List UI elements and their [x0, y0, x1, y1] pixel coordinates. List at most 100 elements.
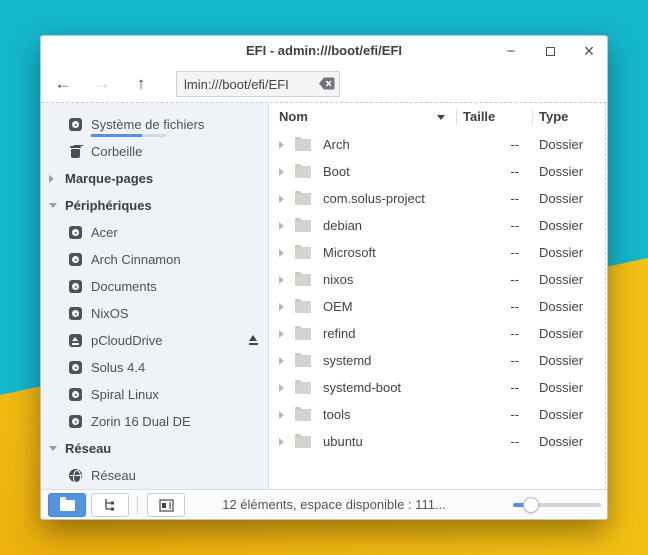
zoom-slider-handle[interactable]: [523, 497, 539, 513]
folder-icon: [295, 139, 311, 151]
file-row-arch[interactable]: Arch--Dossier: [269, 131, 605, 158]
file-name[interactable]: com.solus-project: [323, 185, 425, 212]
row-expander-icon[interactable]: [279, 357, 284, 365]
folder-icon: [295, 301, 311, 313]
file-name[interactable]: systemd: [323, 347, 371, 374]
sidebar-item-corbeille[interactable]: Corbeille: [41, 138, 268, 165]
folder-icon: [295, 409, 311, 421]
sidebar-item-zorin-16-dual-de[interactable]: Zorin 16 Dual DE: [41, 408, 268, 435]
sidebar-section-r-seau[interactable]: Réseau: [41, 435, 268, 462]
file-name[interactable]: Boot: [323, 158, 350, 185]
column-header-name[interactable]: Nom: [279, 103, 308, 131]
file-row-refind[interactable]: refind--Dossier: [269, 320, 605, 347]
minimize-button[interactable]: −: [503, 43, 519, 59]
file-row-tools[interactable]: tools--Dossier: [269, 401, 605, 428]
file-name[interactable]: OEM: [323, 293, 353, 320]
file-name[interactable]: Microsoft: [323, 239, 376, 266]
file-name[interactable]: systemd-boot: [323, 374, 401, 401]
location-input[interactable]: [176, 71, 340, 97]
file-name[interactable]: Arch: [323, 131, 350, 158]
drive-icon: [69, 415, 82, 428]
button-divider: [137, 495, 138, 515]
sidebar-item-acer[interactable]: Acer: [41, 219, 268, 246]
row-expander-icon[interactable]: [279, 249, 284, 257]
clear-location-icon[interactable]: [319, 77, 335, 90]
sidebar-item-r-seau[interactable]: Réseau: [41, 462, 268, 489]
sidebar-item-spiral-linux[interactable]: Spiral Linux: [41, 381, 268, 408]
up-button[interactable]: ↑: [129, 66, 153, 102]
file-size: --: [463, 374, 519, 401]
chevron-down-icon[interactable]: [49, 446, 65, 451]
file-row-oem[interactable]: OEM--Dossier: [269, 293, 605, 320]
row-expander-icon[interactable]: [279, 168, 284, 176]
file-size: --: [463, 320, 519, 347]
toggle-sidebar-icon: [159, 499, 174, 512]
file-row-com-solus-project[interactable]: com.solus-project--Dossier: [269, 185, 605, 212]
close-button[interactable]: ×: [581, 43, 597, 59]
drive-icon: [69, 361, 82, 374]
sidebar-section-marque-pages[interactable]: Marque-pages: [41, 165, 268, 192]
folder-icon: [295, 247, 311, 259]
folder-icon: [295, 193, 311, 205]
drive-icon: [69, 253, 82, 266]
column-header-type[interactable]: Type: [539, 103, 568, 131]
file-row-microsoft[interactable]: Microsoft--Dossier: [269, 239, 605, 266]
file-name[interactable]: debian: [323, 212, 362, 239]
sidebar-label: Réseau: [65, 441, 111, 456]
drive-icon: [69, 118, 82, 131]
column-separator[interactable]: [532, 109, 533, 125]
file-type: Dossier: [539, 185, 583, 212]
file-name[interactable]: refind: [323, 320, 356, 347]
file-row-boot[interactable]: Boot--Dossier: [269, 158, 605, 185]
sidebar-label: Marque-pages: [65, 171, 153, 186]
sidebar-item-syst-me-de-fichiers[interactable]: Système de fichiers: [41, 111, 268, 138]
removable-drive-icon: [69, 334, 82, 347]
row-expander-icon[interactable]: [279, 438, 284, 446]
row-expander-icon[interactable]: [279, 330, 284, 338]
sidebar-item-pclouddrive[interactable]: pCloudDrive: [41, 327, 268, 354]
statusbar: 12 éléments, espace disponible : 111...: [41, 489, 607, 519]
file-row-ubuntu[interactable]: ubuntu--Dossier: [269, 428, 605, 455]
file-row-systemd-boot[interactable]: systemd-boot--Dossier: [269, 374, 605, 401]
back-button[interactable]: ←: [51, 66, 75, 102]
row-expander-icon[interactable]: [279, 384, 284, 392]
column-header-size[interactable]: Taille: [463, 103, 495, 131]
sidebar-section-p-riph-riques[interactable]: Périphériques: [41, 192, 268, 219]
sidebar-item-arch-cinnamon[interactable]: Arch Cinnamon: [41, 246, 268, 273]
sidebar-label: Corbeille: [91, 144, 142, 159]
sidebar-label: Documents: [91, 279, 157, 294]
file-row-systemd[interactable]: systemd--Dossier: [269, 347, 605, 374]
desktop: EFI - admin:///boot/efi/EFI − × ← → ↑ Sy…: [0, 0, 648, 555]
file-type: Dossier: [539, 158, 583, 185]
sidebar-label: NixOS: [91, 306, 129, 321]
file-type: Dossier: [539, 428, 583, 455]
sidebar-item-nixos[interactable]: NixOS: [41, 300, 268, 327]
file-row-debian[interactable]: debian--Dossier: [269, 212, 605, 239]
row-expander-icon[interactable]: [279, 141, 284, 149]
location-bar: [176, 71, 340, 97]
file-name[interactable]: nixos: [323, 266, 353, 293]
sidebar-item-solus-4-4[interactable]: Solus 4.4: [41, 354, 268, 381]
forward-button[interactable]: →: [90, 66, 114, 102]
icon-view-button[interactable]: [48, 493, 86, 517]
sidebar-label: Réseau: [91, 468, 136, 483]
eject-button[interactable]: [247, 334, 260, 347]
row-expander-icon[interactable]: [279, 303, 284, 311]
row-expander-icon[interactable]: [279, 276, 284, 284]
titlebar[interactable]: EFI - admin:///boot/efi/EFI − ×: [41, 36, 607, 66]
row-expander-icon[interactable]: [279, 195, 284, 203]
row-expander-icon[interactable]: [279, 411, 284, 419]
file-name[interactable]: tools: [323, 401, 350, 428]
file-row-nixos[interactable]: nixos--Dossier: [269, 266, 605, 293]
file-manager-window: EFI - admin:///boot/efi/EFI − × ← → ↑ Sy…: [40, 35, 608, 520]
column-separator[interactable]: [456, 109, 457, 125]
chevron-right-icon[interactable]: [49, 175, 65, 183]
network-icon: [69, 469, 82, 482]
file-name[interactable]: ubuntu: [323, 428, 363, 455]
toggle-sidebar-button[interactable]: [147, 493, 185, 517]
tree-view-button[interactable]: [91, 493, 129, 517]
maximize-button[interactable]: [542, 43, 558, 59]
sidebar-item-documents[interactable]: Documents: [41, 273, 268, 300]
chevron-down-icon[interactable]: [49, 203, 65, 208]
row-expander-icon[interactable]: [279, 222, 284, 230]
